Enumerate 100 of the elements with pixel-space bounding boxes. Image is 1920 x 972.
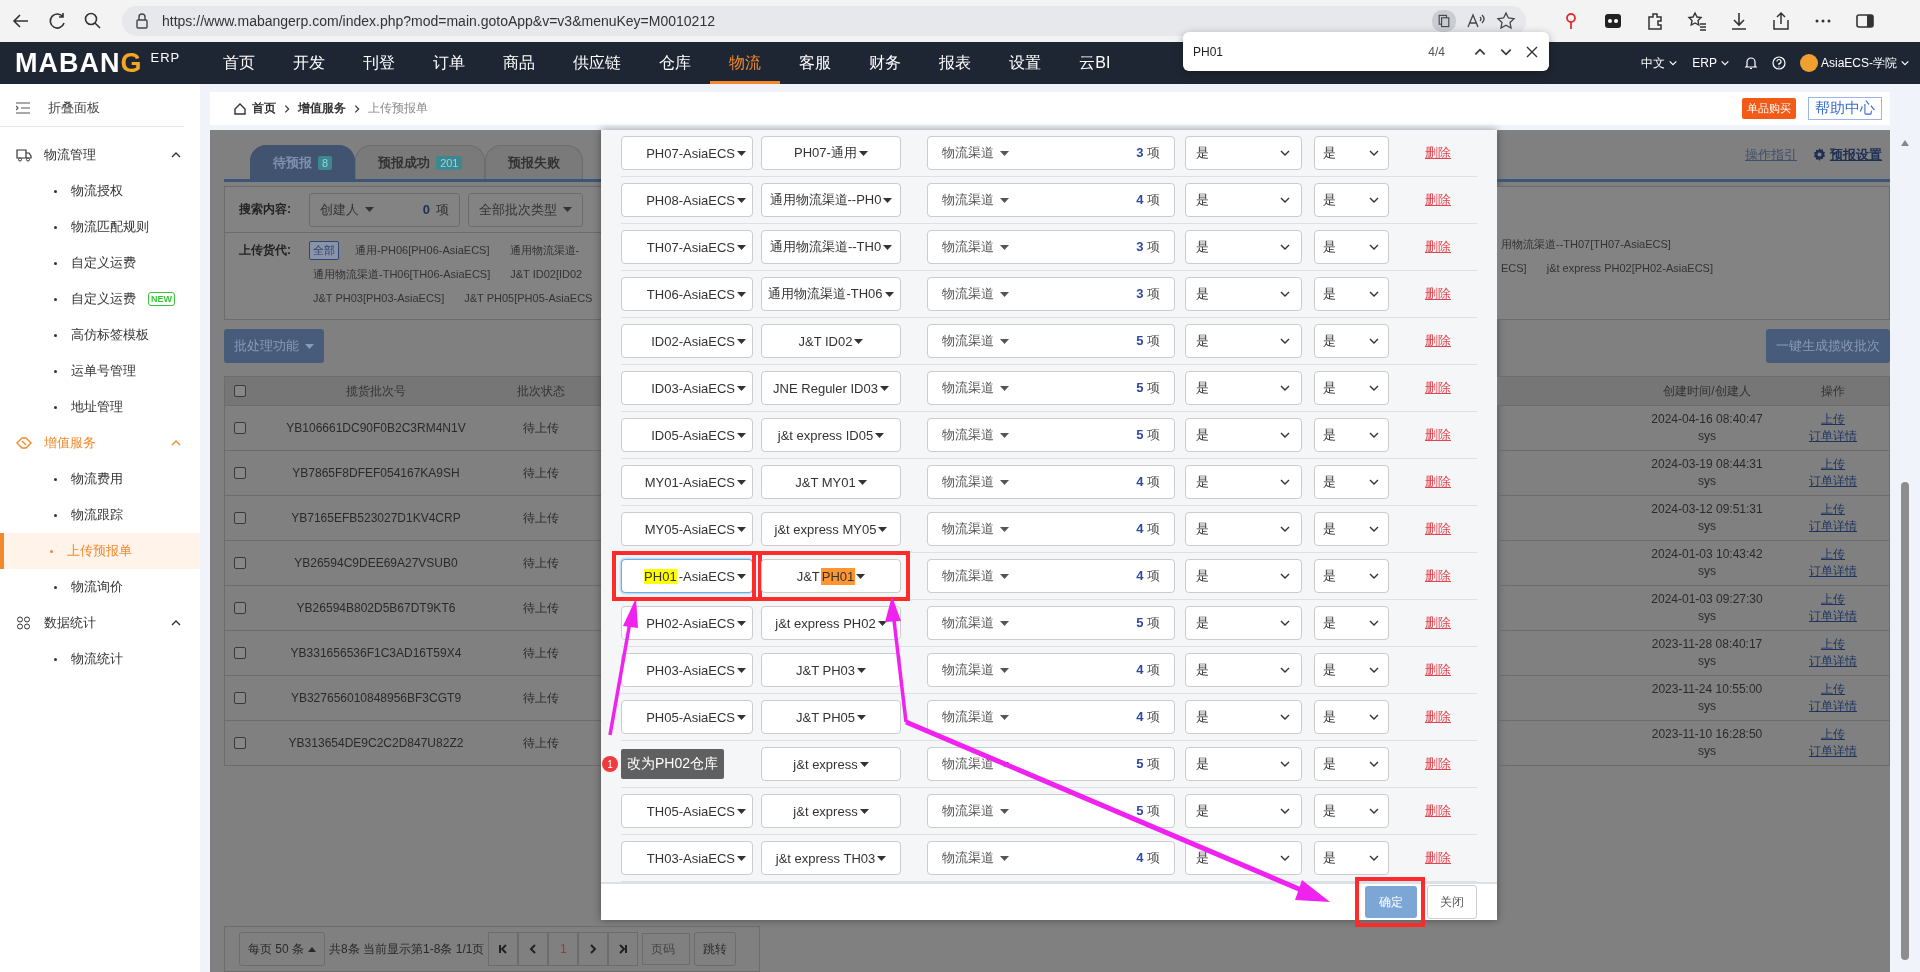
yes-no-select[interactable]: 是 bbox=[1185, 324, 1302, 358]
nav-menu-item[interactable]: 订单 bbox=[414, 42, 485, 84]
channel-type-dropdown[interactable]: 物流渠道 5 项 bbox=[927, 606, 1175, 640]
delete-link[interactable]: 删除 bbox=[1425, 661, 1451, 679]
yes-no-select[interactable]: 是 bbox=[1185, 794, 1302, 828]
sidebar-item[interactable]: 地址管理 bbox=[0, 389, 200, 425]
yes-no-select[interactable]: 是 bbox=[1185, 606, 1302, 640]
logo-text[interactable]: G bbox=[120, 47, 143, 79]
row-checkbox[interactable] bbox=[234, 467, 246, 479]
sidebar-item[interactable]: 物流跟踪 bbox=[0, 497, 200, 533]
address-bar[interactable]: https://www.mabangerp.com/index.php?mod=main.gotoApp&v=v3&menuKey=M0010212 bbox=[122, 6, 1526, 36]
page-size-select[interactable]: 每页 50 条 bbox=[239, 932, 325, 966]
warehouse-select[interactable]: MY01-AsiaECS bbox=[621, 465, 753, 499]
nav-menu-item[interactable]: 报表 bbox=[920, 42, 991, 84]
warehouse-select[interactable]: PH03-AsiaECS bbox=[621, 653, 753, 687]
yes-no-select[interactable]: 是 bbox=[1314, 512, 1389, 546]
yes-no-select[interactable]: 是 bbox=[1314, 324, 1389, 358]
channel-select[interactable]: j&t express MY05 bbox=[761, 512, 901, 546]
channel-type-dropdown[interactable]: 物流渠道 3 项 bbox=[927, 136, 1175, 170]
sidebar-item[interactable]: 高仿标签模板 bbox=[0, 317, 200, 353]
row-checkbox[interactable] bbox=[234, 692, 246, 704]
delete-link[interactable]: 删除 bbox=[1425, 567, 1451, 585]
share-icon[interactable] bbox=[1770, 10, 1792, 32]
jump-button[interactable]: 跳转 bbox=[694, 932, 737, 966]
delete-link[interactable]: 删除 bbox=[1425, 332, 1451, 350]
nav-menu-item[interactable]: 首页 bbox=[204, 42, 275, 84]
sidebar-item[interactable]: 物流匹配规则 bbox=[0, 209, 200, 245]
yes-no-select[interactable]: 是 bbox=[1185, 418, 1302, 452]
warehouse-select[interactable]: ID02-AsiaECS bbox=[621, 324, 753, 358]
sidebar-item[interactable]: 自定义运费 NEW bbox=[0, 281, 200, 317]
close-icon[interactable] bbox=[1525, 44, 1539, 59]
row-checkbox[interactable] bbox=[234, 512, 246, 524]
channel-select[interactable]: j&t express bbox=[761, 794, 901, 828]
warehouse-select[interactable]: PH01-AsiaECS bbox=[621, 559, 753, 593]
channel-select[interactable]: 通用物流渠道--TH0 bbox=[761, 230, 901, 264]
sidebar-item[interactable]: 物流授权 bbox=[0, 173, 200, 209]
row-checkbox[interactable] bbox=[234, 737, 246, 749]
delete-link[interactable]: 删除 bbox=[1425, 614, 1451, 632]
yes-no-select[interactable]: 是 bbox=[1185, 277, 1302, 311]
first-page-button[interactable] bbox=[488, 932, 519, 966]
channel-type-dropdown[interactable]: 物流渠道 5 项 bbox=[927, 794, 1175, 828]
delete-link[interactable]: 删除 bbox=[1425, 144, 1451, 162]
yes-no-select[interactable]: 是 bbox=[1314, 700, 1389, 734]
menu-icon[interactable] bbox=[16, 102, 30, 114]
yes-no-select[interactable]: 是 bbox=[1314, 841, 1389, 875]
nav-menu-item[interactable]: 供应链 bbox=[554, 42, 641, 84]
channel-select[interactable]: j&t express bbox=[761, 747, 901, 781]
nav-menu-item[interactable]: 仓库 bbox=[640, 42, 711, 84]
yes-no-select[interactable]: 是 bbox=[1314, 183, 1389, 217]
delete-link[interactable]: 删除 bbox=[1425, 191, 1451, 209]
help-icon[interactable] bbox=[1772, 56, 1786, 70]
nav-menu-item[interactable]: 设置 bbox=[990, 42, 1061, 84]
channel-type-dropdown[interactable]: 物流渠道 4 项 bbox=[927, 841, 1175, 875]
channel-type-dropdown[interactable]: 物流渠道 4 项 bbox=[927, 465, 1175, 499]
yes-no-select[interactable]: 是 bbox=[1185, 465, 1302, 499]
yes-no-select[interactable]: 是 bbox=[1314, 136, 1389, 170]
yes-no-select[interactable]: 是 bbox=[1185, 653, 1302, 687]
last-page-button[interactable] bbox=[608, 932, 639, 966]
breadcrumb-item[interactable]: 增值服务 bbox=[298, 100, 346, 117]
help-center-button[interactable]: 帮助中心 bbox=[1808, 97, 1882, 120]
page-input[interactable]: 页码 bbox=[642, 933, 691, 965]
yes-no-select[interactable]: 是 bbox=[1314, 418, 1389, 452]
favorites-icon[interactable] bbox=[1686, 10, 1708, 32]
yes-no-select[interactable]: 是 bbox=[1314, 794, 1389, 828]
yes-no-select[interactable]: 是 bbox=[1314, 465, 1389, 499]
menu-group[interactable]: 物流管理 bbox=[0, 137, 200, 173]
close-button[interactable]: 关闭 bbox=[1427, 885, 1477, 919]
nav-menu-item[interactable]: 开发 bbox=[274, 42, 345, 84]
channel-select[interactable]: j&t express ID05 bbox=[761, 418, 901, 452]
menu-group[interactable]: 数据统计 bbox=[0, 605, 200, 641]
breadcrumb-item[interactable]: 上传预报单 bbox=[368, 100, 428, 117]
row-checkbox[interactable] bbox=[234, 602, 246, 614]
yes-no-select[interactable]: 是 bbox=[1185, 371, 1302, 405]
yes-no-select[interactable]: 是 bbox=[1185, 512, 1302, 546]
channel-select[interactable]: 通用物流渠道--PH0 bbox=[761, 183, 901, 217]
delete-link[interactable]: 删除 bbox=[1425, 379, 1451, 397]
channel-type-dropdown[interactable]: 物流渠道 5 项 bbox=[927, 371, 1175, 405]
delete-link[interactable]: 删除 bbox=[1425, 426, 1451, 444]
channel-select[interactable]: j&t express PH02 bbox=[761, 606, 901, 640]
creator-select[interactable]: 创建人 0 项 bbox=[309, 192, 460, 227]
channel-type-dropdown[interactable]: 物流渠道 3 项 bbox=[927, 230, 1175, 264]
logo-text[interactable]: MABAN bbox=[15, 47, 121, 79]
channel-select[interactable]: JNE Reguler ID03 bbox=[761, 371, 901, 405]
channel-type-dropdown[interactable]: 物流渠道 5 项 bbox=[927, 418, 1175, 452]
channel-select[interactable]: PH07-通用 bbox=[761, 136, 901, 170]
delete-link[interactable]: 删除 bbox=[1425, 849, 1451, 867]
sidebar-item[interactable]: 物流统计 bbox=[0, 641, 200, 677]
channel-type-dropdown[interactable]: 物流渠道 4 项 bbox=[927, 183, 1175, 217]
channel-select[interactable]: J&T PH03 bbox=[761, 653, 901, 687]
row-checkbox[interactable] bbox=[234, 557, 246, 569]
channel-select[interactable]: j&t express TH03 bbox=[761, 841, 901, 875]
star-icon[interactable] bbox=[1496, 11, 1516, 31]
warehouse-select[interactable]: PH07-AsiaECS bbox=[621, 136, 753, 170]
yes-no-select[interactable]: 是 bbox=[1314, 747, 1389, 781]
channel-select[interactable]: J&T ID02 bbox=[761, 324, 901, 358]
user-menu[interactable]: AsiaECS-学院 bbox=[1800, 54, 1910, 72]
yes-no-select[interactable]: 是 bbox=[1314, 559, 1389, 593]
channel-type-dropdown[interactable]: 物流渠道 4 项 bbox=[927, 512, 1175, 546]
nav-menu-item[interactable]: 客服 bbox=[780, 42, 851, 84]
warehouse-select[interactable]: TH05-AsiaECS bbox=[621, 794, 753, 828]
